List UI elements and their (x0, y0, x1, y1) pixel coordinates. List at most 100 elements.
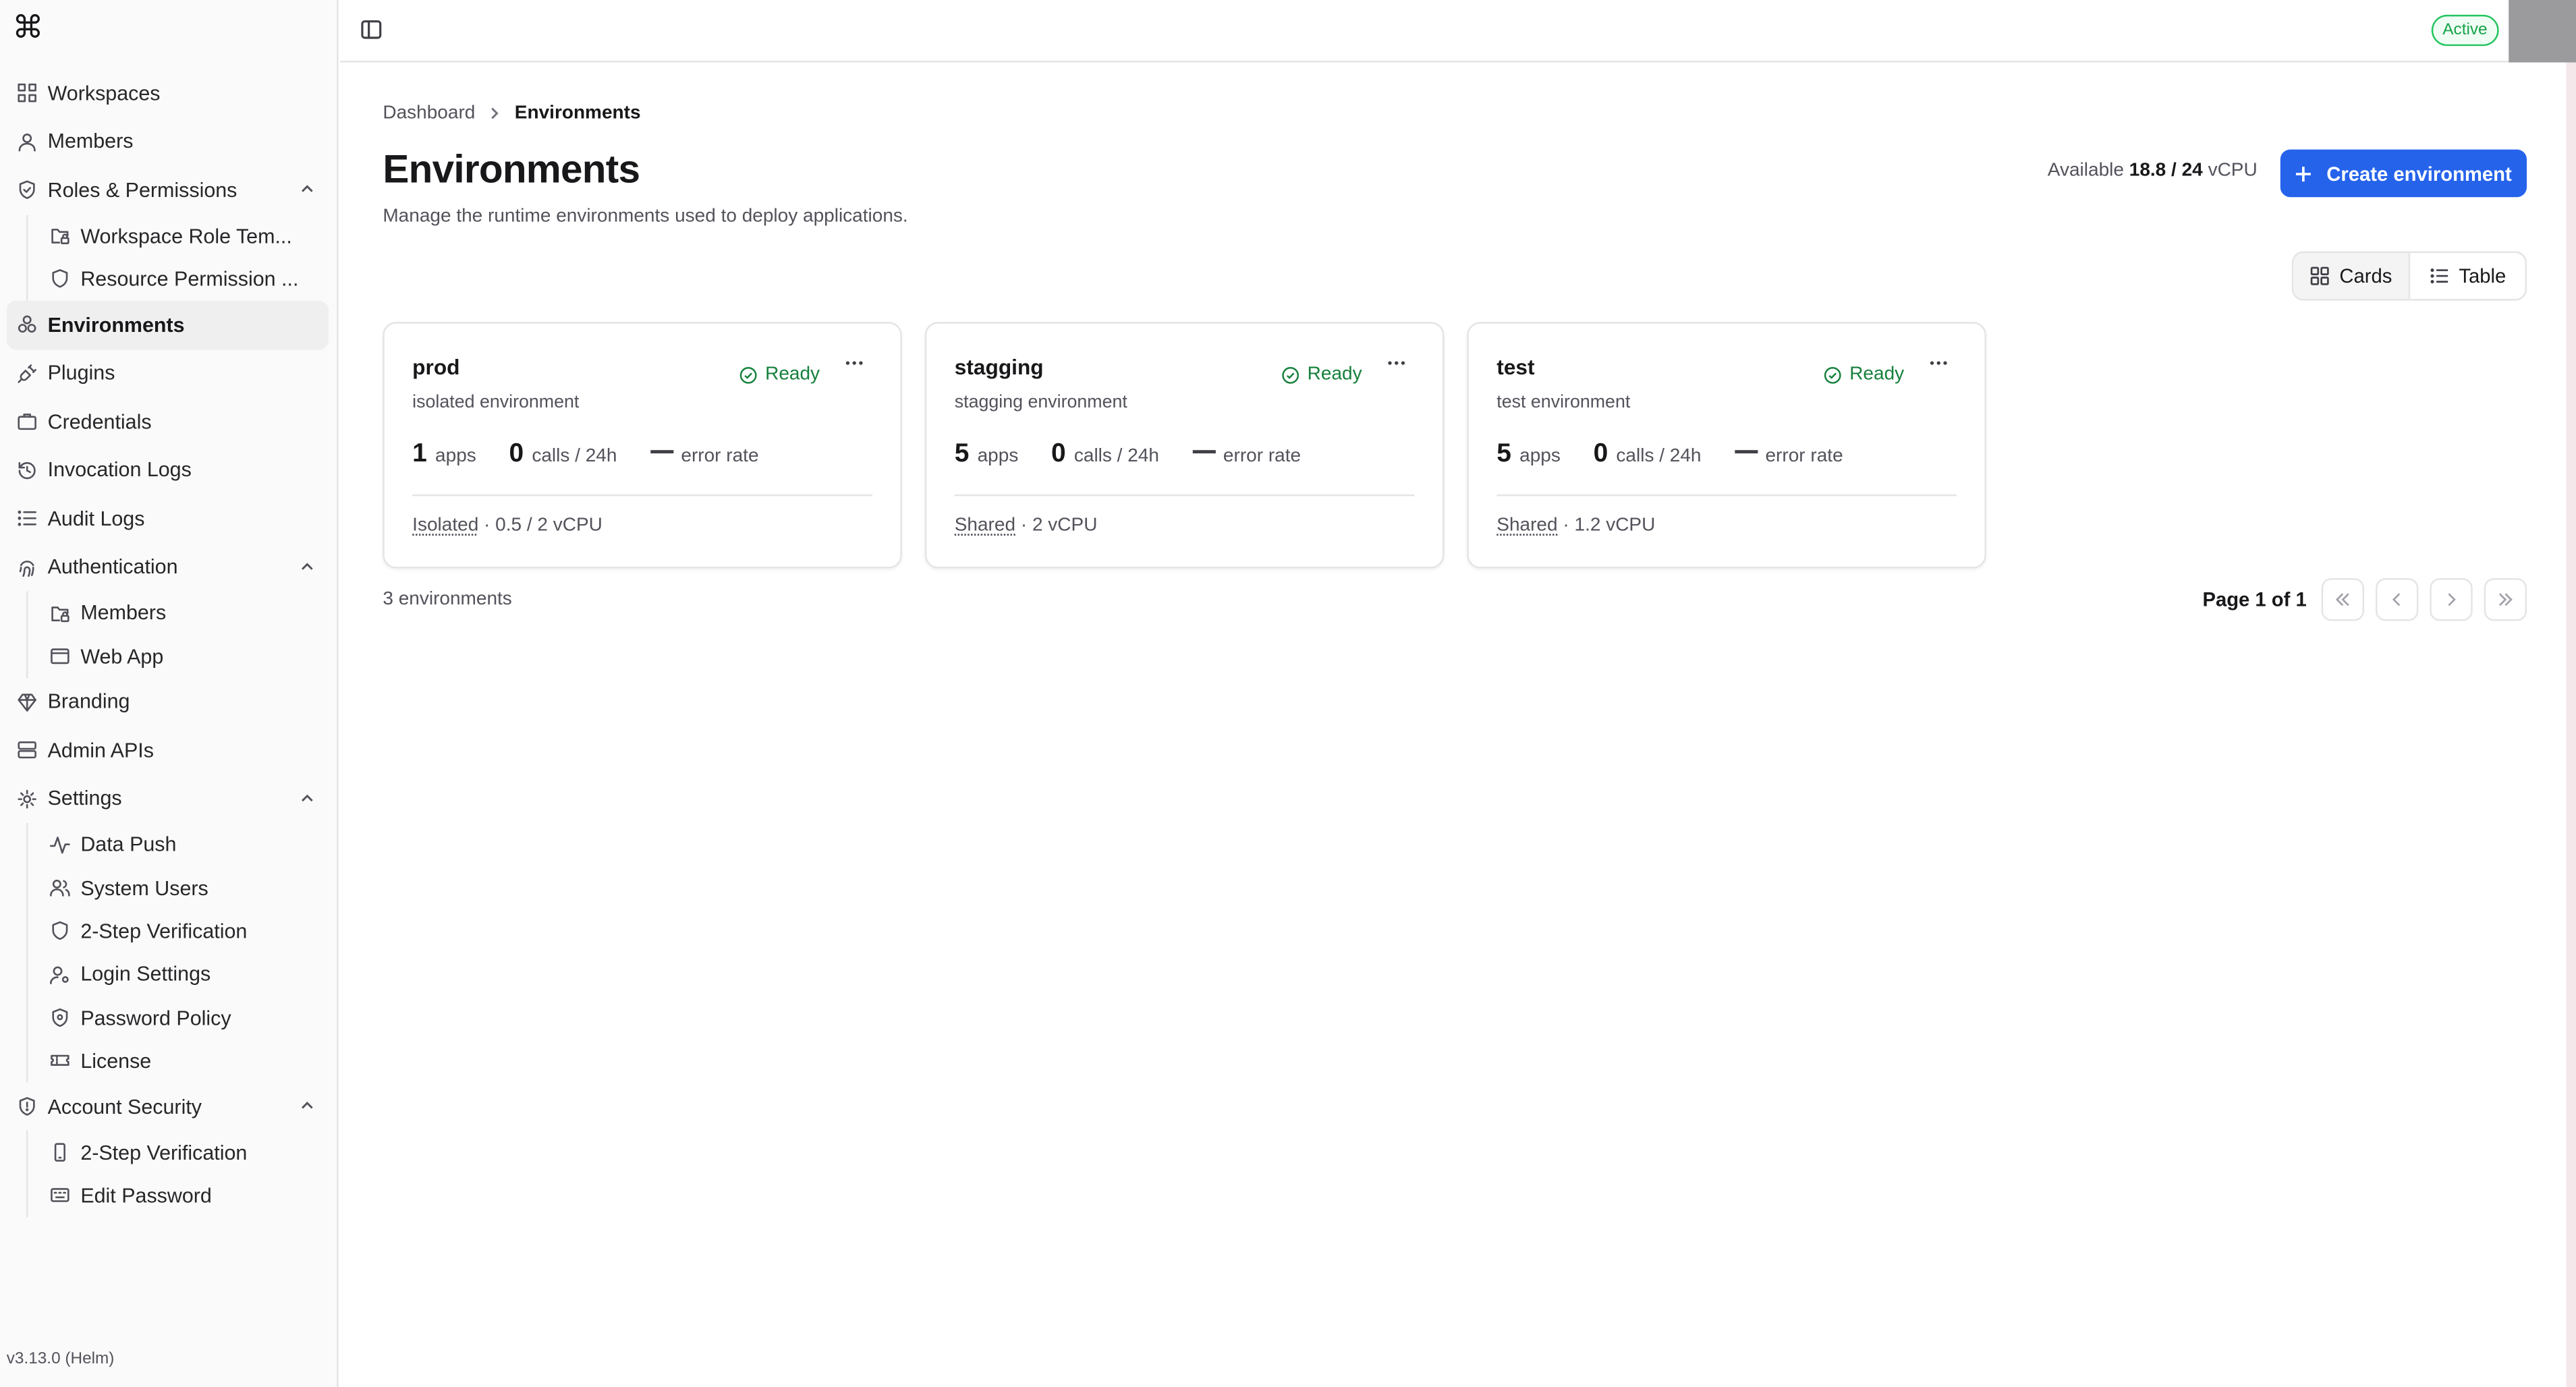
card-divider (1496, 494, 1957, 497)
sidebar-subitem-system-users[interactable]: System Users (28, 866, 329, 909)
chevron-up-icon[interactable] (299, 181, 315, 197)
sidebar-item-label: Plugins (47, 362, 115, 385)
next-page-button[interactable] (2430, 578, 2473, 621)
last-page-button[interactable] (2484, 578, 2527, 621)
create-environment-button[interactable]: Create environment (2280, 149, 2527, 198)
smartphone-icon (49, 1142, 71, 1164)
environment-name[interactable]: test (1496, 355, 1534, 380)
apps-label: apps (435, 447, 476, 467)
card-divider (954, 494, 1415, 497)
environment-resources: Shared · 1.2 vCPU (1496, 516, 1655, 536)
sidebar-item-label: Audit Logs (47, 507, 145, 531)
sidebar-item-authentication[interactable]: Authentication (7, 543, 329, 592)
user-icon (16, 131, 38, 152)
status-badge: Active (2431, 14, 2499, 47)
sidebar-subitem-license[interactable]: License (28, 1040, 329, 1083)
calls-count: 0 (1593, 440, 1608, 468)
sidebar-subitem-label: Members (80, 601, 167, 625)
sidebar-item-plugins[interactable]: Plugins (7, 349, 329, 398)
chevron-up-icon[interactable] (299, 1098, 315, 1114)
environment-mode[interactable]: Isolated (412, 516, 478, 536)
environment-card[interactable]: prod isolated environment Ready 1 apps 0 calls… (383, 322, 902, 569)
sidebar-item-members[interactable]: Members (7, 117, 329, 166)
environment-mode[interactable]: Shared (1496, 516, 1557, 536)
check-circle-icon (1281, 366, 1299, 384)
app-root: ⌘ Workspaces Members Roles & Permissions Wo… (0, 0, 2576, 1387)
sidebar-item-roles-permissions[interactable]: Roles & Permissions (7, 166, 329, 215)
environment-resources: Shared · 2 vCPU (955, 516, 1098, 536)
folder-lock-icon (49, 225, 71, 247)
create-environment-label: Create environment (2326, 161, 2512, 185)
sidebar-item-credentials[interactable]: Credentials (7, 397, 329, 446)
history-icon (16, 459, 38, 481)
sidebar-subitem-label: Workspace Role Tem... (80, 224, 292, 248)
grid-icon (16, 82, 38, 104)
more-options-icon[interactable] (845, 360, 864, 366)
table-view-button[interactable]: Table (2410, 253, 2525, 299)
calls-label: calls / 24h (1073, 447, 1159, 467)
breadcrumb-dashboard-link[interactable]: Dashboard (383, 103, 475, 123)
list-icon (16, 508, 38, 530)
sidebar-subitem-data-push[interactable]: Data Push (28, 823, 329, 866)
environment-stats: 5 apps 0 calls / 24h error rate (955, 441, 1301, 470)
environment-description: isolated environment (412, 392, 580, 413)
status-label: Ready (1307, 364, 1362, 385)
sidebar-subitem-workspace-role-tem-[interactable]: Workspace Role Tem... (28, 215, 329, 258)
calls-label: calls / 24h (1616, 447, 1702, 467)
sidebar-item-label: Environments (47, 313, 185, 337)
sidebar-item-label: Invocation Logs (47, 459, 192, 482)
prev-page-button[interactable] (2376, 578, 2419, 621)
first-page-button[interactable] (2321, 578, 2364, 621)
environment-resources: Isolated · 0.5 / 2 vCPU (412, 516, 603, 536)
shield-check-icon (16, 179, 38, 201)
sidebar-subitem-password-policy[interactable]: Password Policy (28, 996, 329, 1040)
sidebar-item-label: Admin APIs (47, 739, 154, 762)
more-options-icon[interactable] (1929, 360, 1949, 366)
sidebar-item-label: Members (47, 130, 134, 154)
sidebar-item-label: Workspaces (47, 82, 161, 105)
sidebar-subitem-web-app[interactable]: Web App (28, 635, 329, 678)
shield-icon (49, 921, 71, 942)
cards-view-button[interactable]: Cards (2293, 252, 2411, 300)
sidebar-item-workspaces[interactable]: Workspaces (7, 69, 329, 117)
server-icon (16, 740, 38, 762)
sidebar-subitem-label: License (80, 1049, 152, 1073)
environment-card[interactable]: stagging stagging environment Ready 5 apps 0 c… (924, 322, 1445, 569)
sidebar-item-invocation-logs[interactable]: Invocation Logs (7, 446, 329, 494)
sidebar-item-audit-logs[interactable]: Audit Logs (7, 494, 329, 543)
sidebar-item-settings[interactable]: Settings (7, 775, 329, 824)
environment-mode[interactable]: Shared (955, 516, 1015, 536)
environment-name[interactable]: stagging (955, 355, 1044, 380)
dash-icon (650, 450, 673, 453)
sidebar-subitem-members[interactable]: Members (28, 592, 329, 635)
sidebar-item-account-security[interactable]: Account Security (7, 1083, 329, 1131)
sidebar-subitem-edit-password[interactable]: Edit Password (28, 1174, 329, 1217)
shield-alert-icon (16, 1096, 38, 1118)
pagination: Page 1 of 1 (2202, 578, 2527, 621)
error-rate-label: error rate (681, 447, 759, 467)
environment-card[interactable]: test test environment Ready 5 apps 0 calls / 2… (1467, 322, 1986, 569)
environment-resource-value: · 0.5 / 2 vCPU (478, 515, 603, 536)
users-icon (49, 878, 71, 899)
sidebar-submenu: Members Web App (26, 591, 329, 678)
user-avatar[interactable] (2509, 0, 2576, 63)
sidebar-item-branding[interactable]: Branding (7, 678, 329, 727)
sidebar-subitem-login-settings[interactable]: Login Settings (28, 953, 329, 996)
sidebar-subitem-resource-permission-[interactable]: Resource Permission ... (28, 258, 329, 301)
sidebar-item-admin-apis[interactable]: Admin APIs (7, 727, 329, 775)
chevron-up-icon[interactable] (299, 789, 315, 805)
more-options-icon[interactable] (1387, 360, 1406, 366)
cards-view-label: Cards (2339, 264, 2392, 288)
environment-name[interactable]: prod (412, 355, 459, 380)
command-logo-icon[interactable]: ⌘ (10, 11, 47, 48)
user-cog-icon (49, 964, 71, 986)
sidebar-nav: Workspaces Members Roles & Permissions Work… (6, 69, 329, 1218)
sidebar-subitem-2-step-verification[interactable]: 2-Step Verification (28, 909, 329, 953)
check-circle-icon (739, 366, 757, 384)
keyboard-icon (49, 1185, 71, 1207)
sidebar-toggle-icon[interactable] (360, 18, 383, 41)
sidebar-subitem-label: Resource Permission ... (80, 267, 299, 291)
sidebar-subitem-2-step-verification[interactable]: 2-Step Verification (28, 1131, 329, 1174)
chevron-up-icon[interactable] (299, 558, 315, 574)
sidebar-item-environments[interactable]: Environments (6, 300, 329, 349)
